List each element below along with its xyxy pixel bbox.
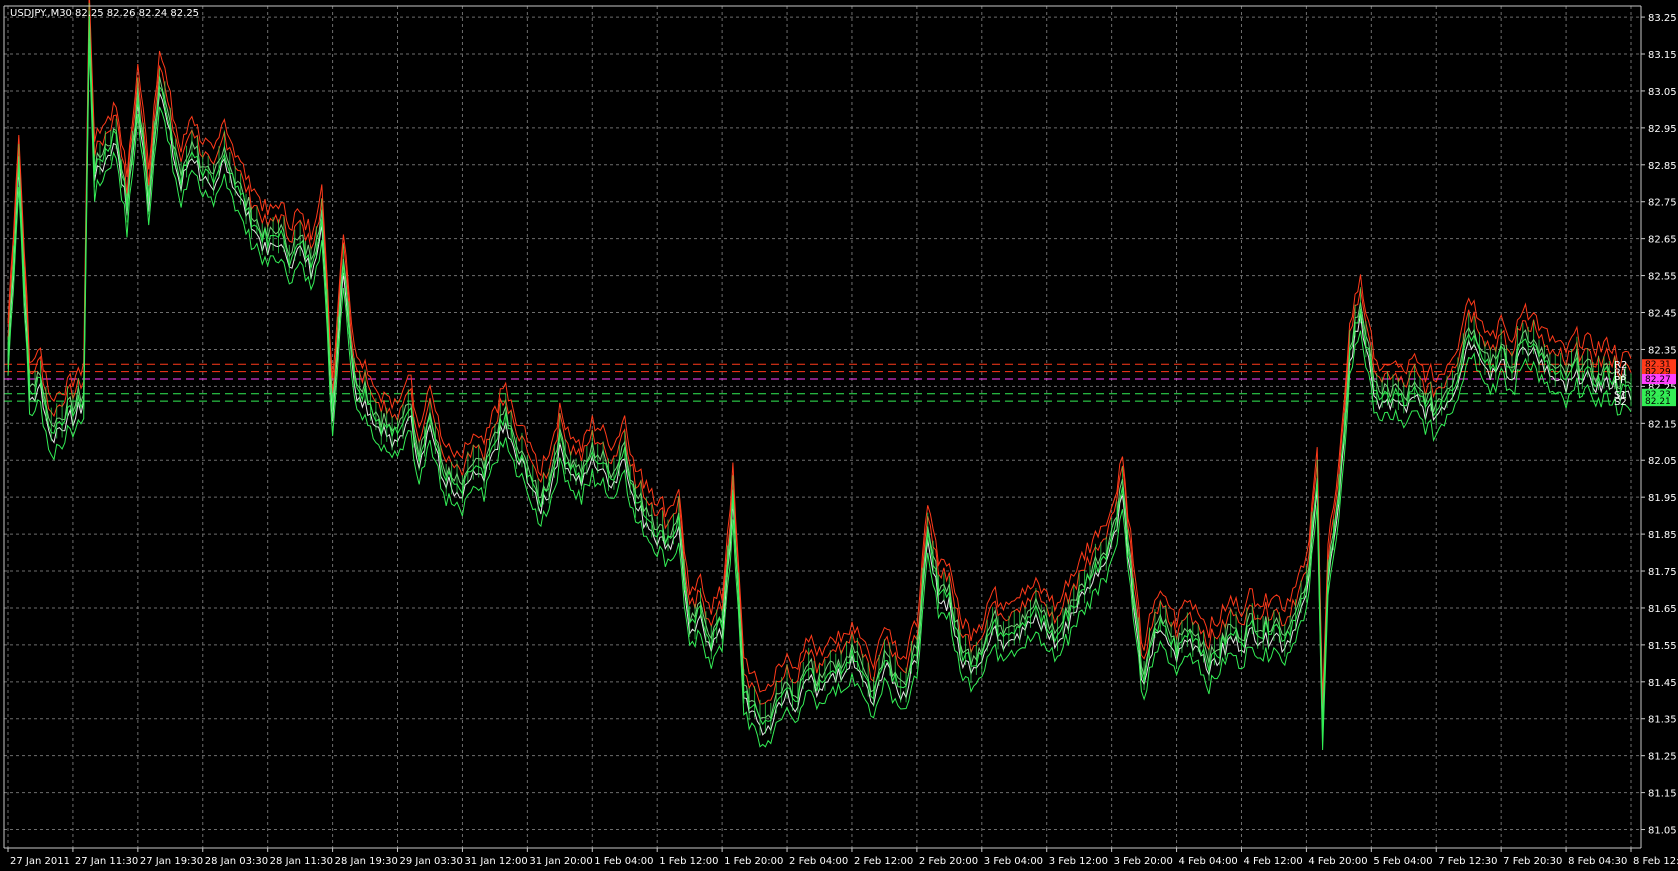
price-tick-label: 81.95	[1648, 493, 1677, 504]
time-tick-label: 31 Jan 20:00	[529, 856, 592, 867]
price-tick-label: 82.15	[1648, 419, 1677, 430]
ohlc-label: 82.25 82.26 82.24 82.25	[75, 8, 199, 19]
level-tag-value: 82.21	[1645, 397, 1671, 407]
price-tick-label: 81.85	[1648, 530, 1677, 541]
time-tick-label: 8 Feb 12:30	[1633, 856, 1678, 867]
time-tick-label: 3 Feb 12:00	[1049, 856, 1108, 867]
price-tick-label: 82.55	[1648, 272, 1677, 283]
time-tick-label: 5 Feb 04:00	[1373, 856, 1432, 867]
price-tick-label: 81.75	[1648, 567, 1677, 578]
price-tick-label: 82.65	[1648, 235, 1677, 246]
price-chart[interactable]: 83.25 83.15 83.05 82.95 82.85 82.75 82.65 82.55…	[0, 0, 1678, 871]
time-tick-label: 29 Jan 03:30	[400, 856, 463, 867]
time-tick-label: 7 Feb 20:30	[1503, 856, 1562, 867]
time-tick-label: 1 Feb 12:00	[659, 856, 718, 867]
level-label-pp: PP	[1614, 375, 1626, 386]
price-tick-label: 83.15	[1648, 50, 1677, 61]
time-tick-label: 3 Feb 04:00	[984, 856, 1043, 867]
price-tick-label: 82.35	[1648, 345, 1677, 356]
level-tags: R2 82.31R1 82.29PP 82.27S1 82.23S2 82.21	[1614, 359, 1676, 408]
level-tag-value: 82.27	[1645, 375, 1671, 385]
price-tick-label: 83.25	[1648, 13, 1677, 24]
price-tick-label: 81.65	[1648, 604, 1677, 615]
time-tick-label: 28 Jan 03:30	[205, 856, 268, 867]
time-tick-label: 1 Feb 20:00	[724, 856, 783, 867]
chart-canvas[interactable]: 83.25 83.15 83.05 82.95 82.85 82.75 82.65 82.55…	[0, 0, 1678, 871]
price-tick-label: 83.05	[1648, 87, 1677, 98]
price-tick-label: 81.15	[1648, 789, 1677, 800]
time-tick-label: 4 Feb 12:00	[1243, 856, 1302, 867]
chart-background	[0, 0, 1678, 871]
time-tick-label: 1 Feb 04:00	[594, 856, 653, 867]
symbol-label: USDJPY.,M30	[10, 8, 72, 19]
time-tick-label: 2 Feb 20:00	[919, 856, 978, 867]
price-tick-label: 82.05	[1648, 456, 1677, 467]
time-tick-label: 28 Jan 11:30	[270, 856, 333, 867]
price-tick-label: 82.85	[1648, 161, 1677, 172]
time-tick-label: 27 Jan 19:30	[140, 856, 203, 867]
price-tick-label: 81.35	[1648, 715, 1677, 726]
time-tick-label: 8 Feb 04:30	[1568, 856, 1627, 867]
time-tick-label: 31 Jan 12:00	[464, 856, 527, 867]
price-tick-label: 81.45	[1648, 678, 1677, 689]
time-tick-label: 3 Feb 20:00	[1114, 856, 1173, 867]
price-tick-label: 82.45	[1648, 309, 1677, 320]
time-tick-label: 4 Feb 20:00	[1308, 856, 1367, 867]
price-tick-label: 82.95	[1648, 124, 1677, 135]
time-tick-label: 27 Jan 11:30	[75, 856, 138, 867]
price-tick-label: 81.25	[1648, 752, 1677, 763]
price-tick-label: 81.55	[1648, 641, 1677, 652]
price-tick-label: 82.75	[1648, 198, 1677, 209]
price-tick-label: 81.05	[1648, 826, 1677, 837]
time-tick-label: 27 Jan 2011	[10, 856, 70, 867]
time-tick-label: 2 Feb 12:00	[854, 856, 913, 867]
time-tick-label: 4 Feb 04:00	[1179, 856, 1238, 867]
level-label-s2: S2	[1614, 397, 1627, 408]
time-tick-label: 7 Feb 12:30	[1438, 856, 1497, 867]
time-tick-label: 28 Jan 19:30	[335, 856, 398, 867]
time-tick-label: 2 Feb 04:00	[789, 856, 848, 867]
